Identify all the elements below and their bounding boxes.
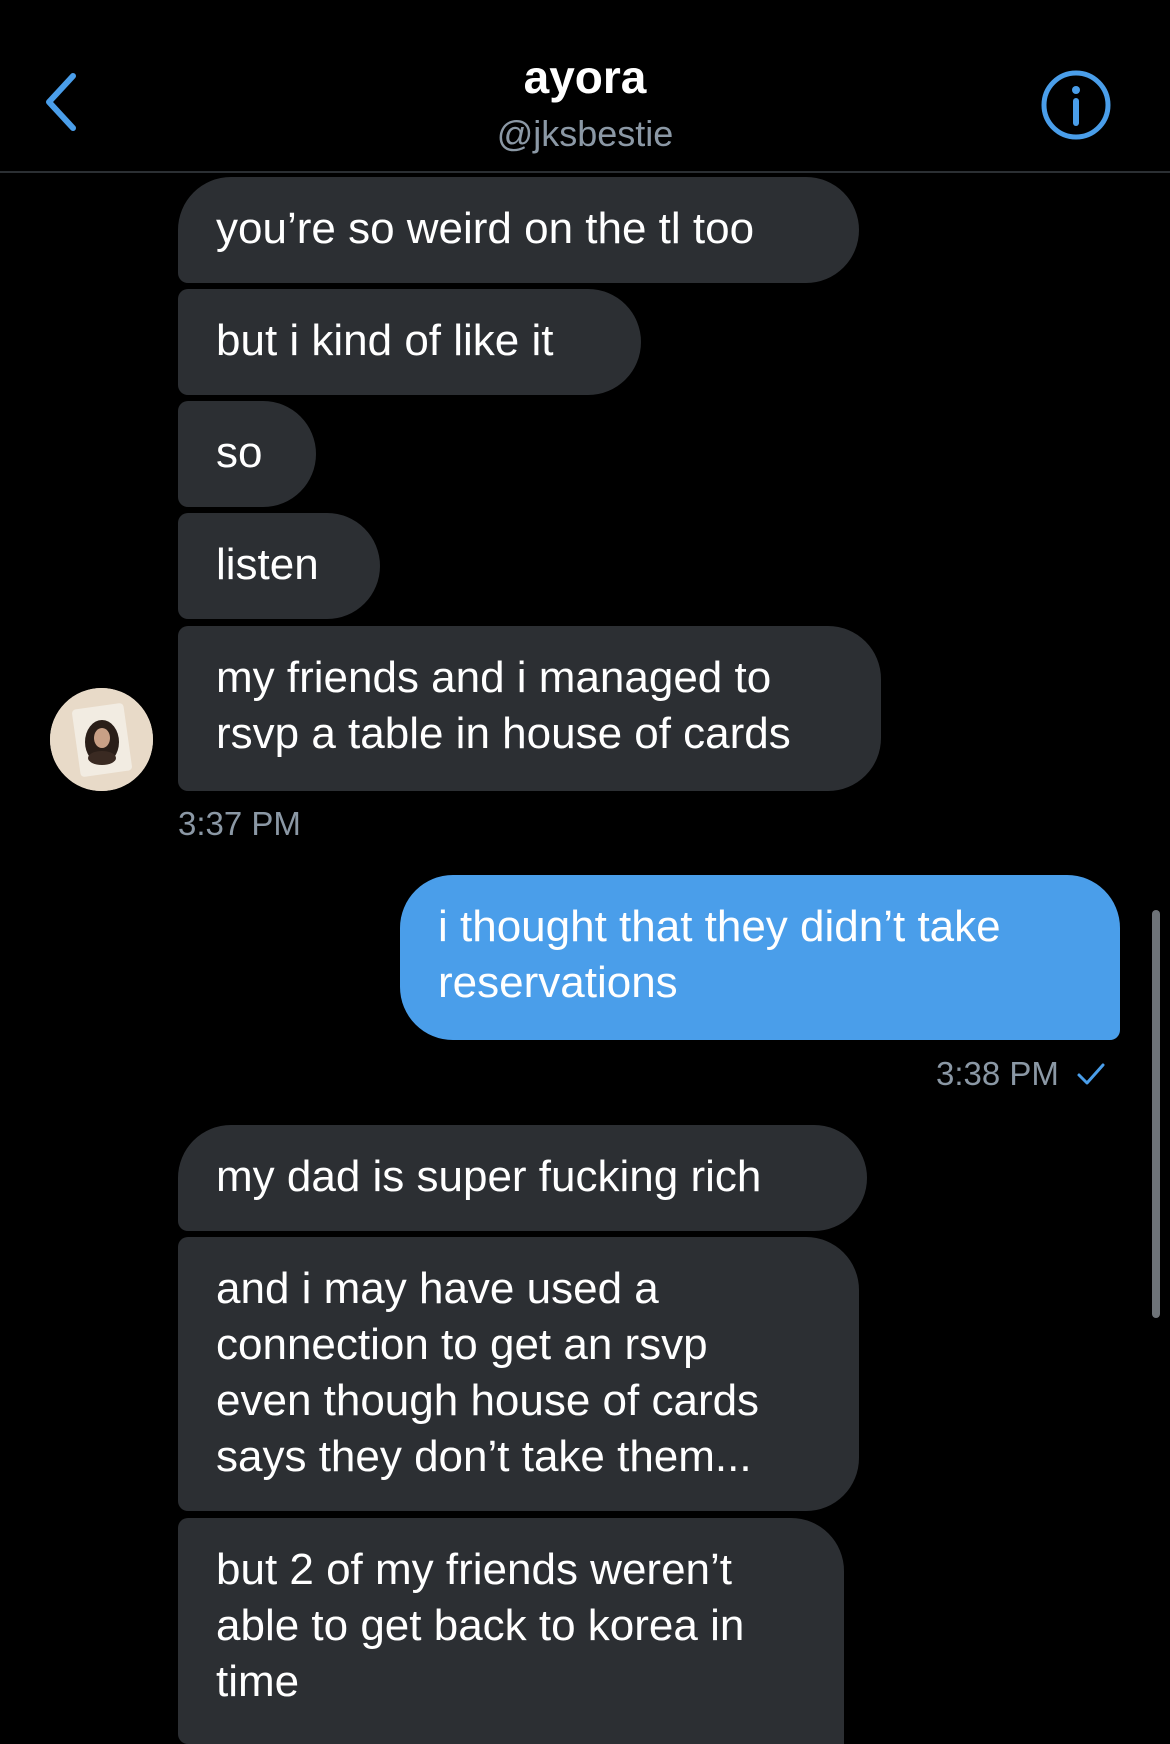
message-text: but i kind of like it: [216, 316, 554, 365]
message-text-line: but 2 of my friends weren’t: [216, 1545, 733, 1594]
conversation-header: ayora @jksbestie: [0, 0, 1170, 173]
info-button[interactable]: [1040, 69, 1112, 141]
message-text: my dad is super fucking rich: [216, 1152, 762, 1201]
received-message[interactable]: but 2 of my friends weren’t able to get …: [178, 1518, 844, 1744]
message-text-line: i thought that they didn’t take: [438, 902, 1001, 951]
avatar-image: [50, 688, 153, 791]
received-message[interactable]: but i kind of like it: [178, 289, 641, 395]
message-text-line: my friends and i managed to: [216, 653, 772, 702]
message-text-line: says they don’t take them...: [216, 1432, 752, 1481]
checkmark-icon: [1077, 1063, 1105, 1085]
received-message[interactable]: my friends and i managed to rsvp a table…: [178, 626, 881, 791]
message-text-line: reservations: [438, 958, 678, 1007]
timestamp-text: 3:38 PM: [936, 1055, 1059, 1092]
info-circle-icon: [1041, 70, 1111, 140]
received-message[interactable]: so: [178, 401, 316, 507]
message-text-line: time: [216, 1657, 300, 1706]
message-text: so: [216, 428, 263, 477]
avatar[interactable]: [50, 688, 153, 791]
received-message[interactable]: listen: [178, 513, 380, 619]
received-message[interactable]: my dad is super fucking rich: [178, 1125, 867, 1231]
sent-message[interactable]: i thought that they didn’t take reservat…: [400, 875, 1120, 1040]
message-text-line: able to get back to korea in: [216, 1601, 745, 1650]
message-timestamp: 3:38 PM: [936, 1055, 1106, 1093]
message-timestamp: 3:37 PM: [178, 805, 301, 842]
contact-name[interactable]: ayora: [0, 50, 1170, 104]
scrollbar[interactable]: [1152, 910, 1160, 1318]
received-message[interactable]: you’re so weird on the tl too: [178, 177, 859, 283]
message-text-line: and i may have used a: [216, 1264, 659, 1313]
message-text-line: connection to get an rsvp: [216, 1320, 708, 1369]
message-text-line: even though house of cards: [216, 1376, 760, 1425]
message-text: you’re so weird on the tl too: [216, 204, 755, 253]
received-message[interactable]: and i may have used a connection to get …: [178, 1237, 859, 1511]
contact-handle[interactable]: @jksbestie: [0, 113, 1170, 155]
message-text-line: rsvp a table in house of cards: [216, 709, 791, 758]
message-text: listen: [216, 540, 319, 589]
